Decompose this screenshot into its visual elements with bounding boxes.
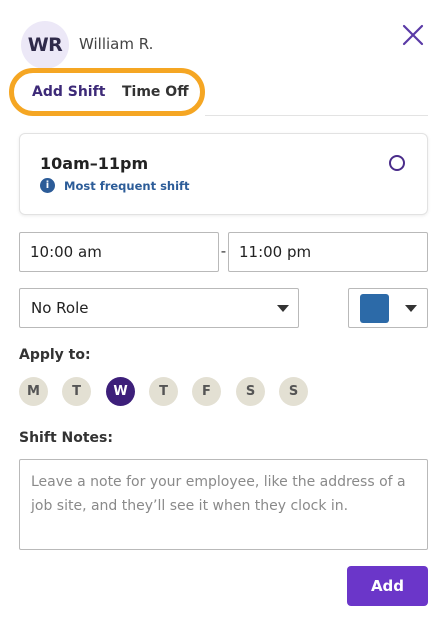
shift-notes-input[interactable] (19, 459, 428, 550)
add-button[interactable]: Add (347, 566, 428, 606)
time-separator: - (220, 242, 227, 260)
tab-add-shift[interactable]: Add Shift (32, 84, 105, 100)
day-saturday[interactable]: S (236, 377, 265, 406)
day-thursday[interactable]: T (149, 377, 178, 406)
shift-radio-button[interactable] (389, 155, 405, 171)
day-wednesday[interactable]: W (106, 377, 135, 406)
color-swatch (360, 294, 389, 323)
role-selected-value: No Role (31, 299, 89, 317)
tab-time-off[interactable]: Time Off (122, 84, 189, 100)
avatar-initials: WR (27, 34, 63, 56)
chevron-down-icon (405, 305, 417, 312)
info-icon: i (40, 178, 55, 193)
role-dropdown[interactable]: No Role (19, 288, 299, 328)
day-monday[interactable]: M (19, 377, 48, 406)
day-sunday[interactable]: S (279, 377, 308, 406)
close-button[interactable] (400, 22, 426, 48)
shift-time-range: 10am–11pm (40, 154, 149, 173)
frequent-shift-label: Most frequent shift (64, 179, 190, 193)
tabs-divider (205, 115, 428, 116)
apply-to-label: Apply to: (19, 347, 91, 363)
chevron-down-icon (277, 305, 289, 312)
employee-name: William R. (79, 35, 154, 53)
end-time-input[interactable] (228, 232, 428, 272)
frequent-shift-card[interactable]: 10am–11pm i Most frequent shift (19, 133, 428, 215)
color-dropdown[interactable] (348, 288, 428, 328)
day-tuesday[interactable]: T (62, 377, 91, 406)
close-icon (402, 24, 424, 46)
day-friday[interactable]: F (192, 377, 221, 406)
shift-notes-label: Shift Notes: (19, 430, 113, 446)
add-shift-panel: WR William R. Add Shift Time Off 10am–11… (0, 0, 447, 629)
start-time-input[interactable] (19, 232, 219, 272)
avatar: WR (21, 21, 69, 69)
